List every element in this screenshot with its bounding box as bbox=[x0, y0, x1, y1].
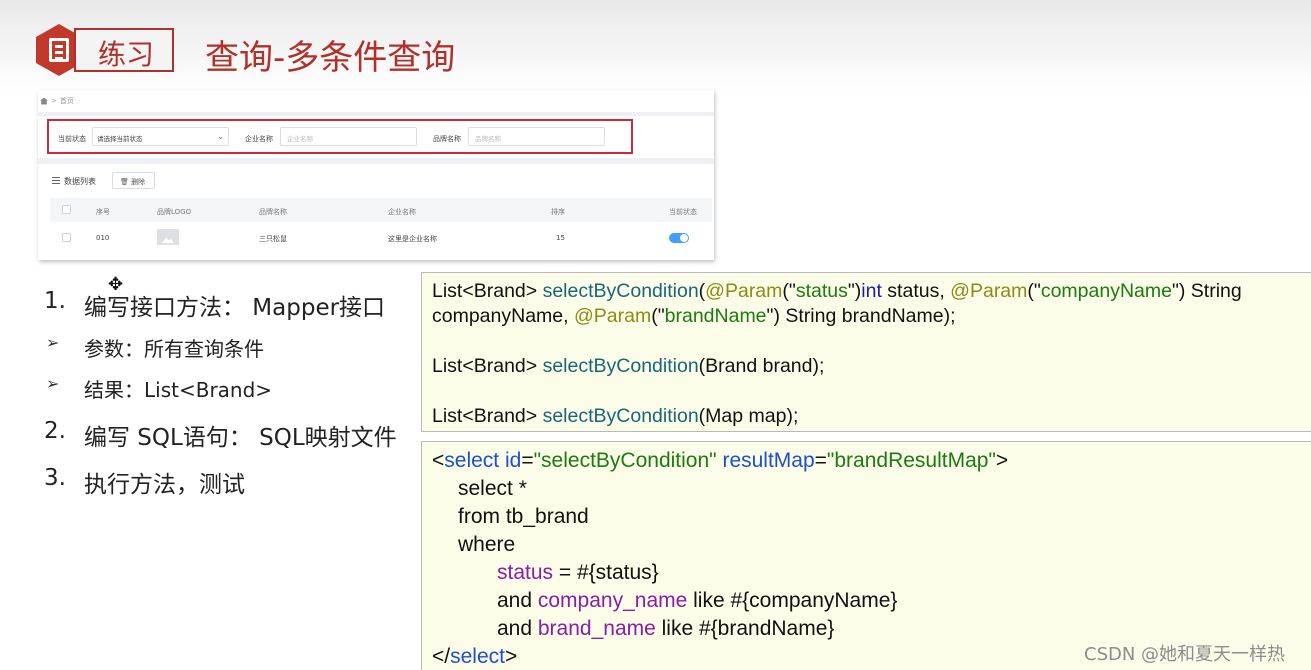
brand-name-input[interactable]: 品牌名称 bbox=[468, 127, 605, 146]
code-line: status = #{status} bbox=[497, 561, 659, 584]
divider bbox=[38, 112, 714, 116]
code-blank bbox=[432, 379, 1302, 404]
breadcrumb: > 首页 bbox=[40, 96, 74, 106]
breadcrumb-separator: > bbox=[51, 97, 57, 105]
status-toggle[interactable] bbox=[669, 233, 689, 243]
slide-title: 查询-多条件查询 bbox=[205, 38, 456, 78]
code-line: where bbox=[458, 533, 516, 556]
step-text: 编写接口方法： Mapper接口 bbox=[84, 295, 386, 321]
code-line: and brand_name like #{brandName} bbox=[497, 617, 835, 640]
code-line: from tb_brand bbox=[458, 505, 589, 528]
brand-filter-label: 品牌名称 bbox=[433, 135, 461, 143]
column-header: 企业名称 bbox=[388, 208, 416, 216]
code-line: List<Brand> selectByCondition(Map map); bbox=[432, 405, 799, 427]
code-line: List<Brand> selectByCondition(@Param("st… bbox=[432, 280, 1242, 302]
image-placeholder-icon bbox=[157, 229, 179, 245]
status-select-value: 请选择当前状态 bbox=[97, 135, 143, 143]
code-line: <select id="selectByCondition" resultMap… bbox=[432, 449, 1009, 472]
code-line: List<Brand> selectByCondition(Brand bran… bbox=[432, 355, 825, 377]
code-line: and company_name like #{companyName} bbox=[497, 589, 898, 612]
select-all-checkbox[interactable] bbox=[62, 205, 71, 214]
data-list-label: 数据列表 bbox=[64, 177, 96, 186]
admin-panel-preview: > 首页 当前状态 请选择当前状态 ⌄ 企业名称 企业名称 品牌名称 品牌名称 … bbox=[38, 90, 714, 260]
step-number: 1. bbox=[44, 288, 66, 314]
delete-button-label: 删除 bbox=[131, 178, 146, 186]
mapper-interface-code: List<Brand> selectByCondition(@Param("st… bbox=[421, 272, 1311, 432]
code-blank bbox=[432, 329, 1302, 354]
home-icon[interactable] bbox=[40, 97, 48, 105]
column-header: 品牌LOGO bbox=[157, 208, 192, 216]
step-number: 2. bbox=[44, 418, 66, 444]
column-header: 排序 bbox=[551, 208, 565, 216]
step-text: 执行方法，测试 bbox=[84, 472, 245, 498]
table-header bbox=[50, 198, 712, 222]
header-band bbox=[0, 0, 1311, 92]
move-cursor-icon: ✥ bbox=[108, 274, 124, 294]
list-icon bbox=[52, 177, 60, 184]
watermark: CSDN @她和夏天一样热 bbox=[1084, 644, 1286, 665]
delete-button[interactable]: 🗑 删除 bbox=[112, 172, 155, 189]
company-filter-label: 企业名称 bbox=[245, 135, 273, 143]
code-line: companyName, @Param("brandName") String … bbox=[432, 305, 956, 327]
row-order: 15 bbox=[556, 234, 565, 242]
tag-label: 练习 bbox=[98, 38, 155, 71]
column-header: 当前状态 bbox=[669, 208, 697, 216]
row-company: 这里是企业名称 bbox=[388, 235, 437, 243]
step-number: 3. bbox=[44, 465, 66, 491]
data-list-title: 数据列表 bbox=[52, 176, 96, 187]
status-filter-label: 当前状态 bbox=[58, 135, 86, 143]
company-name-input[interactable]: 企业名称 bbox=[280, 127, 417, 146]
breadcrumb-item[interactable]: 首页 bbox=[60, 96, 74, 106]
chevron-down-icon: ⌄ bbox=[217, 132, 224, 141]
arrow-bullet-icon: ➢ bbox=[46, 333, 60, 352]
bullet-text: 参数：所有查询条件 bbox=[84, 337, 264, 361]
row-id: 010 bbox=[96, 234, 110, 242]
step-text: 编写 SQL语句： SQL映射文件 bbox=[84, 425, 397, 451]
trash-icon: 🗑 bbox=[120, 178, 132, 186]
bullet-text: 结果：List<Brand> bbox=[84, 378, 273, 402]
code-line: select * bbox=[458, 477, 527, 500]
column-header: 品牌名称 bbox=[259, 208, 287, 216]
row-brand: 三只松鼠 bbox=[259, 235, 287, 243]
document-icon bbox=[49, 38, 69, 62]
column-header: 序号 bbox=[96, 208, 110, 216]
arrow-bullet-icon: ➢ bbox=[46, 374, 60, 393]
divider bbox=[38, 158, 714, 164]
row-checkbox[interactable] bbox=[62, 233, 71, 242]
status-select[interactable]: 请选择当前状态 ⌄ bbox=[92, 127, 229, 146]
sql-mapping-code: <select id="selectByCondition" resultMap… bbox=[421, 441, 1311, 670]
